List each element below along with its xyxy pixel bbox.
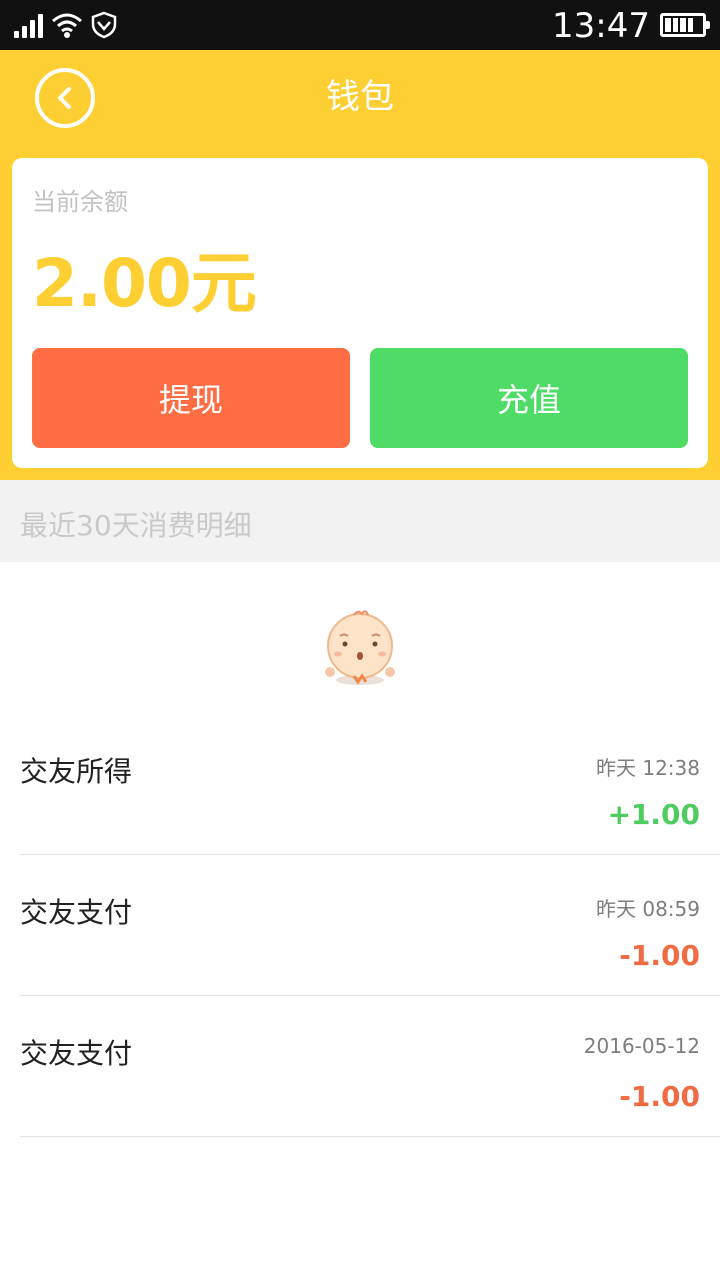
wallet-header: 钱包 当前余额 2.00元 提现 充值 xyxy=(0,50,720,480)
transaction-amount: -1.00 xyxy=(619,939,700,972)
transaction-row[interactable]: 交友所得 昨天 12:38 +1.00 xyxy=(20,714,720,855)
clock: 13:47 xyxy=(552,6,650,46)
withdraw-button[interactable]: 提现 xyxy=(32,348,350,448)
transaction-amount: +1.00 xyxy=(607,798,700,831)
page-title: 钱包 xyxy=(326,77,394,117)
transaction-title: 交友所得 xyxy=(20,755,133,788)
wifi-icon xyxy=(52,13,82,38)
balance-label: 当前余额 xyxy=(32,188,128,216)
balance-amount: 2.00元 xyxy=(32,245,257,322)
section-header: 最近30天消费明细 xyxy=(0,480,720,562)
transaction-row[interactable]: 交友支付 昨天 08:59 -1.00 xyxy=(20,855,720,996)
balance-card: 当前余额 2.00元 提现 充值 xyxy=(12,158,708,468)
battery-icon xyxy=(660,13,710,37)
transaction-time: 昨天 08:59 xyxy=(596,897,700,921)
status-icons xyxy=(14,10,117,40)
transaction-time: 昨天 12:38 xyxy=(596,756,700,780)
transaction-list: 交友所得 昨天 12:38 +1.00 交友支付 昨天 08:59 -1.00 … xyxy=(0,714,720,1137)
transaction-title: 交友支付 xyxy=(20,1037,133,1070)
transaction-row[interactable]: 交友支付 2016-05-12 -1.00 xyxy=(20,996,720,1137)
recharge-button[interactable]: 充值 xyxy=(370,348,688,448)
section-title: 最近30天消费明细 xyxy=(20,509,252,542)
shield-icon xyxy=(91,11,117,39)
transaction-amount: -1.00 xyxy=(619,1080,700,1113)
transaction-title: 交友支付 xyxy=(20,896,133,929)
status-bar: 13:47 xyxy=(0,0,720,50)
transaction-time: 2016-05-12 xyxy=(583,1034,700,1058)
signal-icon xyxy=(14,12,43,38)
mascot-icon xyxy=(325,610,395,685)
